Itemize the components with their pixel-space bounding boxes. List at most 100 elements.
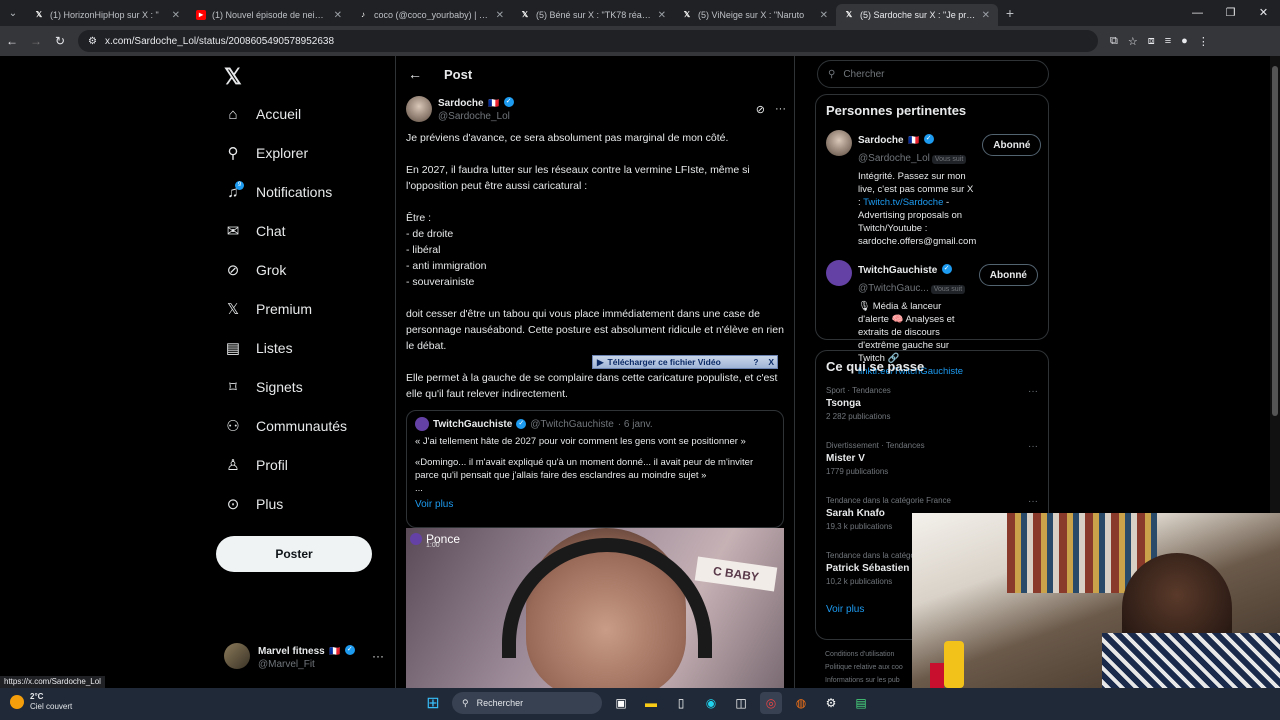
bell-icon: ♫ 9 [224, 180, 244, 201]
following-button[interactable]: Abonné [978, 264, 1038, 286]
edge-icon[interactable]: ◉ [700, 692, 722, 714]
media-icon[interactable]: ≡ [1165, 35, 1171, 48]
trend-item[interactable]: Divertissement · Tendances Mister V 1779… [816, 435, 1048, 490]
footer-link[interactable]: Informations sur les pub [825, 674, 903, 687]
forward-icon[interactable]: → [24, 34, 48, 48]
close-tab-icon[interactable]: ✕ [496, 10, 504, 21]
close-tab-icon[interactable]: ✕ [172, 10, 180, 21]
minimize-icon[interactable]: — [1181, 0, 1214, 26]
video-player[interactable]: C BABY Ponce 1:00 [406, 528, 784, 688]
taskbar: 2°C Ciel couvert ⊞ ⚲ Rechercher ▣ ▬ ▯ ◉ ◫… [0, 688, 1280, 720]
trend-category: Tendance dans la catégorie France [826, 496, 951, 505]
app-icon[interactable]: ▤ [850, 692, 872, 714]
download-video-bar[interactable]: ▶ Télécharger ce fichier Vidéo ? X [592, 355, 778, 369]
restore-icon[interactable]: ❐ [1214, 0, 1247, 26]
tab-title: (5) Sardoche sur X : "Je prévi [860, 10, 976, 20]
more-icon[interactable]: ··· [1028, 386, 1038, 397]
firefox-icon[interactable]: ◍ [790, 692, 812, 714]
tab-3[interactable]: 𝕏 (5) Béné sur X : "TK78 réagit à l ✕ [512, 4, 674, 26]
webcam-overlay [912, 513, 1280, 688]
close-tab-icon[interactable]: ✕ [982, 10, 990, 21]
post-button[interactable]: Poster [216, 536, 372, 572]
author-name[interactable]: Sardoche [438, 98, 484, 109]
flag-icon: 🇫🇷 [329, 646, 341, 656]
avatar [415, 417, 429, 431]
tweet-line: Elle permet à la gauche de se complaire … [406, 372, 778, 400]
more-icon[interactable]: ··· [775, 103, 786, 116]
notepad-icon[interactable]: ▯ [670, 692, 692, 714]
following-button[interactable]: Abonné [982, 134, 1042, 156]
left-sidebar: 𝕏 ⌂ Accueil ⚲ Explorer ♫ 9 Notifications ✉ Ch… [216, 56, 396, 688]
taskbar-search[interactable]: ⚲ Rechercher [452, 692, 602, 714]
footer-link[interactable]: Politique relative aux coo [825, 661, 903, 674]
nav-chat[interactable]: ✉ Chat [224, 217, 286, 245]
grok-icon[interactable]: ⊘ [756, 103, 765, 116]
reload-icon[interactable]: ↻ [48, 34, 72, 48]
more-icon[interactable]: ··· [1028, 496, 1038, 507]
chrome-icon[interactable]: ◎ [760, 692, 782, 714]
avatar[interactable] [826, 260, 852, 286]
more-icon[interactable]: ··· [1028, 441, 1038, 452]
tab-5[interactable]: 𝕏 (5) Sardoche sur X : "Je prévi ✕ [836, 4, 998, 26]
tab-title: (1) HorizonHipHop sur X : " [50, 10, 159, 20]
windows-start-icon[interactable]: ⊞ [422, 692, 444, 714]
site-info-icon[interactable]: ⚙ [88, 36, 97, 47]
person-sardoche[interactable]: Sardoche 🇫🇷 ✓ @Sardoche_Lol Vous suit Int… [816, 124, 1048, 254]
x-logo-icon[interactable]: 𝕏 [224, 64, 242, 90]
see-more-link[interactable]: Voir plus [415, 499, 775, 510]
back-icon[interactable]: ← [0, 34, 24, 48]
nav-notifications[interactable]: ♫ 9 Notifications [224, 178, 332, 206]
tab-1[interactable]: ▸ (1) Nouvel épisode de neige : le ✕ [188, 4, 350, 26]
tab-4[interactable]: 𝕏 (5) ViNeige sur X : "Naruto ✕ [674, 4, 836, 26]
more-icon[interactable]: ··· [372, 649, 384, 663]
close-tab-icon[interactable]: ✕ [820, 10, 828, 21]
bookmark-star-icon[interactable]: ☆ [1128, 35, 1138, 48]
account-switcher[interactable]: Marvel fitness 🇫🇷 ✓ @Marvel_Fit ··· [224, 641, 384, 670]
extensions-icon[interactable]: ⧈ [1148, 35, 1155, 48]
nav-plus[interactable]: ⊙ Plus [224, 490, 284, 518]
close-tab-icon[interactable]: ✕ [658, 10, 666, 21]
tab-title: coco (@coco_yourbaby) | TikTo [374, 10, 490, 20]
weather-widget[interactable]: 2°C Ciel couvert [10, 692, 72, 712]
avatar[interactable] [826, 130, 852, 156]
settings-icon[interactable]: ⚙ [820, 692, 842, 714]
close-icon[interactable]: X [765, 357, 777, 367]
avatar[interactable] [406, 96, 432, 122]
back-arrow-icon[interactable]: ← [408, 66, 422, 82]
close-tab-icon[interactable]: ✕ [334, 10, 342, 21]
install-icon[interactable]: ⧉ [1110, 35, 1118, 48]
tab-2[interactable]: ♪ coco (@coco_yourbaby) | TikTo ✕ [350, 4, 512, 26]
task-view-icon[interactable]: ▣ [610, 692, 632, 714]
file-explorer-icon[interactable]: ▬ [640, 692, 662, 714]
trend-item[interactable]: Sport · Tendances Tsonga 2 282 publicati… [816, 380, 1048, 435]
store-icon[interactable]: ◫ [730, 692, 752, 714]
scrollbar-thumb[interactable] [1272, 66, 1278, 416]
new-tab-button[interactable]: + [998, 5, 1022, 21]
search-input[interactable]: ⚲ Chercher [817, 60, 1049, 88]
nav-grok[interactable]: ⊘ Grok [224, 256, 287, 284]
headphones [502, 538, 712, 658]
nav-profil[interactable]: ♙ Profil [224, 451, 288, 479]
menu-icon[interactable]: ⋮ [1198, 35, 1209, 48]
tab-0[interactable]: 𝕏 (1) HorizonHipHop sur X : " ✕ [26, 4, 188, 26]
nav-premium[interactable]: 𝕏 Premium [224, 295, 312, 323]
person-name: Sardoche [858, 135, 904, 146]
nav-communautes[interactable]: ⚇ Communautés [224, 412, 347, 440]
url-input[interactable]: ⚙ x.com/Sardoche_Lol/status/200860549057… [78, 30, 1098, 52]
nav-explorer[interactable]: ⚲ Explorer [224, 139, 309, 167]
search-icon: ⚲ [828, 68, 836, 80]
nav-signets[interactable]: ⌑ Signets [224, 373, 303, 401]
quoted-tweet[interactable]: TwitchGauchiste ✓ @TwitchGauchiste · 6 j… [406, 410, 784, 528]
nav-listes[interactable]: ▤ Listes [224, 334, 293, 362]
nav-accueil[interactable]: ⌂ Accueil [224, 100, 301, 128]
tiktok-logo-icon: ♪ [361, 10, 365, 19]
close-window-icon[interactable]: ✕ [1247, 0, 1280, 26]
tab-search-icon[interactable]: ⌄ [0, 8, 26, 19]
tab-title: (5) ViNeige sur X : "Naruto [698, 10, 805, 20]
more-circle-icon: ⊙ [226, 496, 240, 513]
author-handle[interactable]: @Sardoche_Lol [438, 110, 514, 123]
profile-icon[interactable]: ● [1181, 35, 1188, 48]
help-icon[interactable]: ? [750, 358, 761, 367]
bio-link[interactable]: Twitch.tv/Sardoche [863, 197, 943, 208]
footer-link[interactable]: Conditions d'utilisation [825, 648, 903, 661]
